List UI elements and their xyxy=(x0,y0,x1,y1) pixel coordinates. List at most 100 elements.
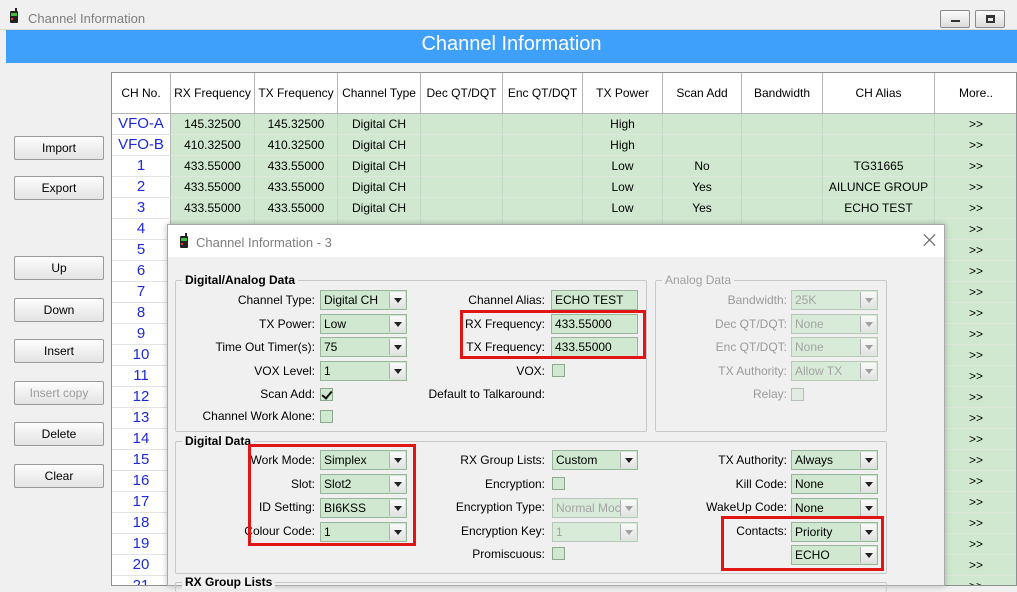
table-cell[interactable] xyxy=(421,135,503,156)
table-cell[interactable]: ECHO TEST xyxy=(823,198,935,219)
channel-number[interactable]: VFO-A xyxy=(112,114,171,135)
more-button[interactable]: >> xyxy=(935,345,1016,366)
table-cell[interactable] xyxy=(503,198,583,219)
column-header[interactable]: TX Frequency xyxy=(255,73,338,114)
column-header[interactable]: RX Frequency xyxy=(171,73,255,114)
table-cell[interactable]: 433.55000 xyxy=(255,156,338,177)
table-row[interactable]: 2 433.55000 433.55000 Digital CH Low Yes AILUN… xyxy=(112,177,1016,198)
more-button[interactable]: >> xyxy=(935,177,1016,198)
table-cell[interactable]: Digital CH xyxy=(338,198,421,219)
more-button[interactable]: >> xyxy=(935,303,1016,324)
more-button[interactable]: >> xyxy=(935,366,1016,387)
table-cell[interactable]: No xyxy=(663,156,742,177)
delete-button[interactable]: Delete xyxy=(14,422,104,446)
close-icon[interactable] xyxy=(923,233,937,247)
more-button[interactable]: >> xyxy=(935,219,1016,240)
export-button[interactable]: Export xyxy=(14,176,104,200)
table-cell[interactable]: 410.32500 xyxy=(171,135,255,156)
analog-tx-auth-select[interactable]: Allow TX xyxy=(791,361,878,381)
column-header[interactable]: Scan Add xyxy=(663,73,742,114)
insert-button[interactable]: Insert xyxy=(14,339,104,363)
column-header[interactable]: Channel Type xyxy=(338,73,421,114)
table-cell[interactable] xyxy=(421,177,503,198)
table-row[interactable]: 1 433.55000 433.55000 Digital CH Low No TG3166… xyxy=(112,156,1016,177)
table-cell[interactable] xyxy=(663,114,742,135)
table-cell[interactable]: High xyxy=(583,135,663,156)
column-header[interactable]: TX Power xyxy=(583,73,663,114)
import-button[interactable]: Import xyxy=(14,136,104,160)
table-cell[interactable] xyxy=(663,135,742,156)
more-button[interactable]: >> xyxy=(935,408,1016,429)
more-button[interactable]: >> xyxy=(935,114,1016,135)
table-cell[interactable]: 433.55000 xyxy=(171,156,255,177)
more-button[interactable]: >> xyxy=(935,261,1016,282)
tx-authority-select[interactable]: Always xyxy=(791,450,878,470)
more-button[interactable]: >> xyxy=(935,240,1016,261)
table-cell[interactable]: Low xyxy=(583,177,663,198)
rx-group-select[interactable]: Custom xyxy=(552,450,638,470)
insert-copy-button[interactable]: Insert copy xyxy=(14,381,104,405)
more-button[interactable]: >> xyxy=(935,156,1016,177)
column-header[interactable]: CH Alias xyxy=(823,73,935,114)
more-button[interactable]: >> xyxy=(935,429,1016,450)
channel-number[interactable]: 20 xyxy=(112,555,171,576)
column-header[interactable]: Enc QT/DQT xyxy=(503,73,583,114)
table-cell[interactable]: 433.55000 xyxy=(171,198,255,219)
more-button[interactable]: >> xyxy=(935,450,1016,471)
vox-level-select[interactable]: 1 xyxy=(320,361,407,381)
table-cell[interactable]: 433.55000 xyxy=(171,177,255,198)
enc-qt-select[interactable]: None xyxy=(791,337,878,357)
up-button[interactable]: Up xyxy=(14,256,104,280)
table-cell[interactable]: Digital CH xyxy=(338,177,421,198)
relay-checkbox[interactable] xyxy=(791,388,804,401)
table-cell[interactable]: 433.55000 xyxy=(255,198,338,219)
table-cell[interactable] xyxy=(823,135,935,156)
alias-input[interactable]: ECHO TEST xyxy=(551,290,638,310)
table-cell[interactable]: 145.32500 xyxy=(171,114,255,135)
channel-number[interactable]: 4 xyxy=(112,219,171,240)
table-cell[interactable] xyxy=(503,135,583,156)
channel-number[interactable]: 3 xyxy=(112,198,171,219)
tx-power-select[interactable]: Low xyxy=(320,314,407,334)
enc-key-select[interactable]: 1 xyxy=(552,522,638,542)
table-cell[interactable] xyxy=(742,156,823,177)
table-row[interactable]: 3 433.55000 433.55000 Digital CH Low Yes ECHO … xyxy=(112,198,1016,219)
table-cell[interactable]: Digital CH xyxy=(338,114,421,135)
table-cell[interactable] xyxy=(421,114,503,135)
table-cell[interactable] xyxy=(742,198,823,219)
channel-number[interactable]: 17 xyxy=(112,492,171,513)
more-button[interactable]: >> xyxy=(935,576,1016,585)
table-cell[interactable]: Digital CH xyxy=(338,156,421,177)
table-cell[interactable] xyxy=(742,114,823,135)
column-header[interactable]: CH No. xyxy=(112,73,171,114)
more-button[interactable]: >> xyxy=(935,513,1016,534)
down-button[interactable]: Down xyxy=(14,298,104,322)
channel-number[interactable]: 11 xyxy=(112,366,171,387)
column-header[interactable]: Bandwidth xyxy=(742,73,823,114)
column-header[interactable]: More.. xyxy=(935,73,1016,114)
scan-add-checkbox[interactable] xyxy=(320,388,333,401)
channel-number[interactable]: 2 xyxy=(112,177,171,198)
table-cell[interactable] xyxy=(421,198,503,219)
channel-number[interactable]: 15 xyxy=(112,450,171,471)
wakeup-code-select[interactable]: None xyxy=(791,498,878,518)
more-button[interactable]: >> xyxy=(935,282,1016,303)
channel-number[interactable]: 12 xyxy=(112,387,171,408)
table-cell[interactable]: 410.32500 xyxy=(255,135,338,156)
channel-number[interactable]: 1 xyxy=(112,156,171,177)
table-cell[interactable] xyxy=(421,156,503,177)
table-cell[interactable] xyxy=(503,156,583,177)
more-button[interactable]: >> xyxy=(935,471,1016,492)
kill-code-select[interactable]: None xyxy=(791,474,878,494)
channel-number[interactable]: 21 xyxy=(112,576,171,585)
table-cell[interactable] xyxy=(742,135,823,156)
promiscuous-checkbox[interactable] xyxy=(552,547,565,560)
vox-checkbox[interactable] xyxy=(552,364,565,377)
more-button[interactable]: >> xyxy=(935,387,1016,408)
table-cell[interactable]: Low xyxy=(583,156,663,177)
table-row[interactable]: VFO-B 410.32500 410.32500 Digital CH High >> xyxy=(112,135,1016,156)
channel-number[interactable]: 7 xyxy=(112,282,171,303)
table-cell[interactable]: Digital CH xyxy=(338,135,421,156)
table-cell[interactable]: AILUNCE GROUP xyxy=(823,177,935,198)
table-cell[interactable]: 145.32500 xyxy=(255,114,338,135)
